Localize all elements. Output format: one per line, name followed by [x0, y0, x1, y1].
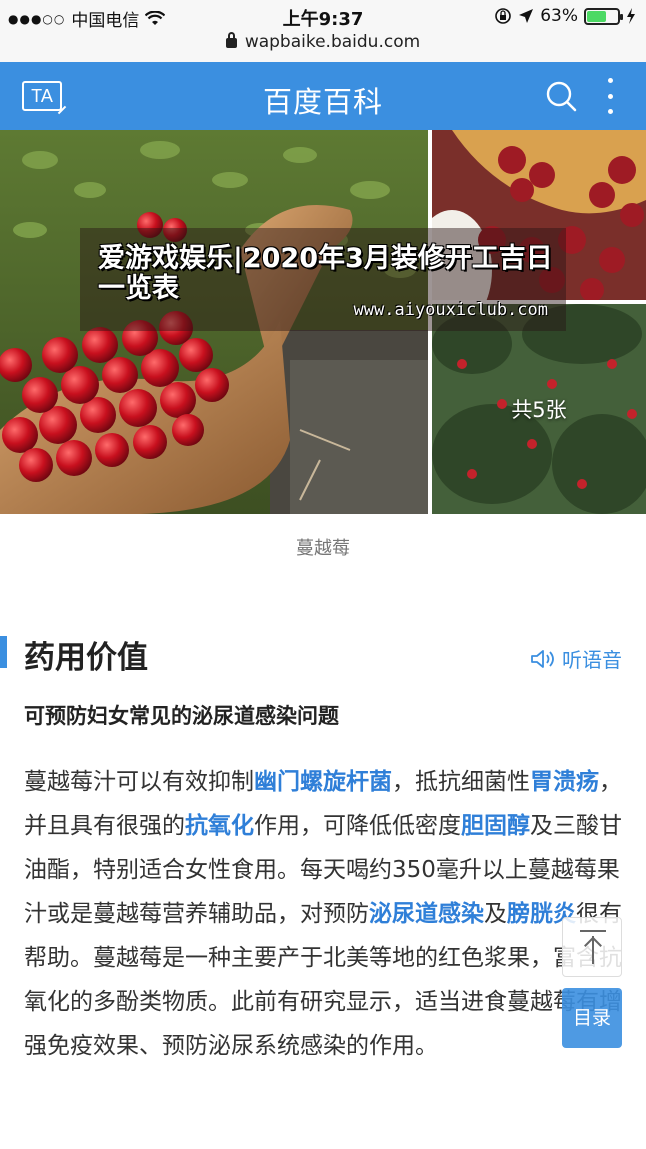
- speaker-icon: [531, 649, 554, 668]
- article-text: 蔓越莓汁可以有效抑制: [24, 769, 254, 795]
- article-text: 及: [484, 901, 507, 927]
- battery-percent: 63%: [540, 6, 578, 26]
- section-subheading: 可预防妇女常见的泌尿道感染问题: [24, 704, 339, 728]
- photo-count-label[interactable]: 共5张: [432, 394, 646, 424]
- watermark-title: 爱游戏娱乐|2020年3月装修开工吉日一览表: [98, 243, 553, 304]
- orientation-lock-icon: [495, 8, 512, 24]
- section-title: 药用价值: [24, 640, 148, 676]
- more-menu-icon[interactable]: [605, 78, 615, 114]
- back-to-top-button[interactable]: [562, 917, 622, 977]
- article-paragraph: 蔓越莓汁可以有效抑制幽门螺旋杆菌，抵抗细菌性胃溃疡，并且具有很强的抗氧化作用，可…: [24, 760, 624, 1068]
- link-cholesterol[interactable]: 胆固醇: [461, 813, 530, 839]
- article-text: 作用，可降低低密度: [254, 813, 461, 839]
- watermark-url: www.aiyouxiclub.com: [353, 300, 548, 320]
- arrow-up-icon: [592, 936, 594, 964]
- url-bar[interactable]: wapbaike.baidu.com: [0, 32, 646, 62]
- link-urinary-tract-infection[interactable]: 泌尿道感染: [369, 901, 484, 927]
- app-header: TA 百度百科: [0, 62, 646, 130]
- lock-icon: [225, 32, 237, 48]
- link-antioxidant[interactable]: 抗氧化: [185, 813, 254, 839]
- battery-icon: [584, 7, 623, 25]
- location-arrow-icon: [519, 9, 534, 23]
- battery-level: [587, 10, 606, 22]
- section-accent-bar: [0, 636, 7, 668]
- listen-audio-button[interactable]: 听语音: [530, 644, 622, 673]
- url-domain[interactable]: wapbaike.baidu.com: [245, 32, 420, 52]
- link-gastric-ulcer[interactable]: 胃溃疡: [530, 769, 599, 795]
- watermark-overlay: 爱游戏娱乐|2020年3月装修开工吉日一览表 www.aiyouxiclub.c…: [80, 228, 566, 331]
- article-text: ，抵抗细菌性: [392, 769, 530, 795]
- charging-bolt-icon: [627, 8, 635, 24]
- status-bar: ●●●○○ 中国电信 上午9:37 63%: [0, 0, 646, 32]
- gallery-caption: 蔓越莓: [296, 538, 350, 559]
- table-of-contents-button[interactable]: 目录: [562, 988, 622, 1048]
- search-icon[interactable]: [545, 80, 577, 112]
- link-helicobacter[interactable]: 幽门螺旋杆菌: [254, 769, 392, 795]
- listen-label[interactable]: 听语音: [562, 644, 622, 673]
- status-right: 63%: [494, 6, 636, 26]
